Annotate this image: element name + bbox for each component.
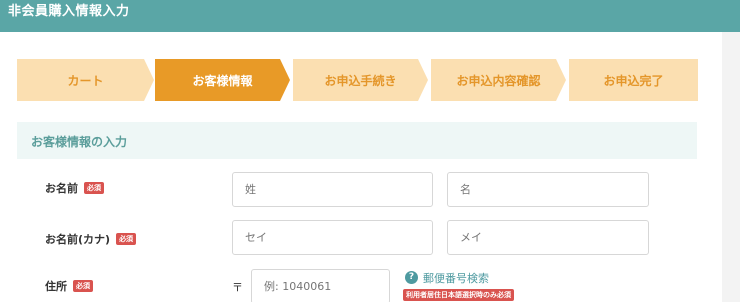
postal-mark: 〒 [232, 281, 243, 294]
address-required-note: 利用者居住日本語選択時のみ必須 [403, 289, 514, 301]
name-label: お名前 必須 [45, 180, 104, 196]
name-kana-label-text: お名前(カナ) [45, 233, 111, 246]
last-name-input[interactable] [232, 172, 433, 207]
step-label: お申込完了 [603, 73, 664, 88]
page-scrollbar-track[interactable] [722, 32, 740, 302]
top-header-bar: 非会員購入情報入力 [0, 0, 740, 32]
question-circle-icon[interactable]: ? [405, 271, 418, 284]
first-name-kana-input[interactable] [447, 220, 649, 255]
step-confirmation: お申込内容確認 [431, 59, 566, 101]
step-complete: お申込完了 [569, 59, 698, 101]
address-label: 住所 必須 [45, 278, 93, 294]
last-name-kana-input[interactable] [232, 220, 433, 255]
name-label-text: お名前 [45, 182, 78, 195]
zip-search-link[interactable]: 郵便番号検索 [423, 270, 489, 286]
step-customer-info: お客様情報 [155, 59, 290, 101]
first-name-input[interactable] [447, 172, 649, 207]
page: 非会員購入情報入力 カート お客様情報 お申込手続き お申込内容確認 お申込完了… [0, 0, 740, 302]
required-badge: 必須 [116, 233, 137, 245]
postal-code-input[interactable] [251, 269, 390, 302]
required-badge: 必須 [84, 182, 104, 194]
section-header: お客様情報の入力 [17, 122, 697, 159]
name-kana-label: お名前(カナ) 必須 [45, 231, 137, 247]
step-cart: カート [17, 59, 154, 101]
step-label: カート [67, 73, 104, 88]
step-label: お申込内容確認 [456, 73, 541, 88]
step-label: お客様情報 [192, 73, 253, 88]
progress-steps: カート お客様情報 お申込手続き お申込内容確認 お申込完了 [17, 59, 698, 101]
step-application-procedure: お申込手続き [293, 59, 428, 101]
section-title: お客様情報の入力 [31, 135, 128, 149]
address-label-text: 住所 [45, 280, 67, 293]
required-badge: 必須 [73, 280, 93, 292]
step-label: お申込手続き [324, 73, 397, 88]
page-title: 非会員購入情報入力 [8, 4, 130, 19]
